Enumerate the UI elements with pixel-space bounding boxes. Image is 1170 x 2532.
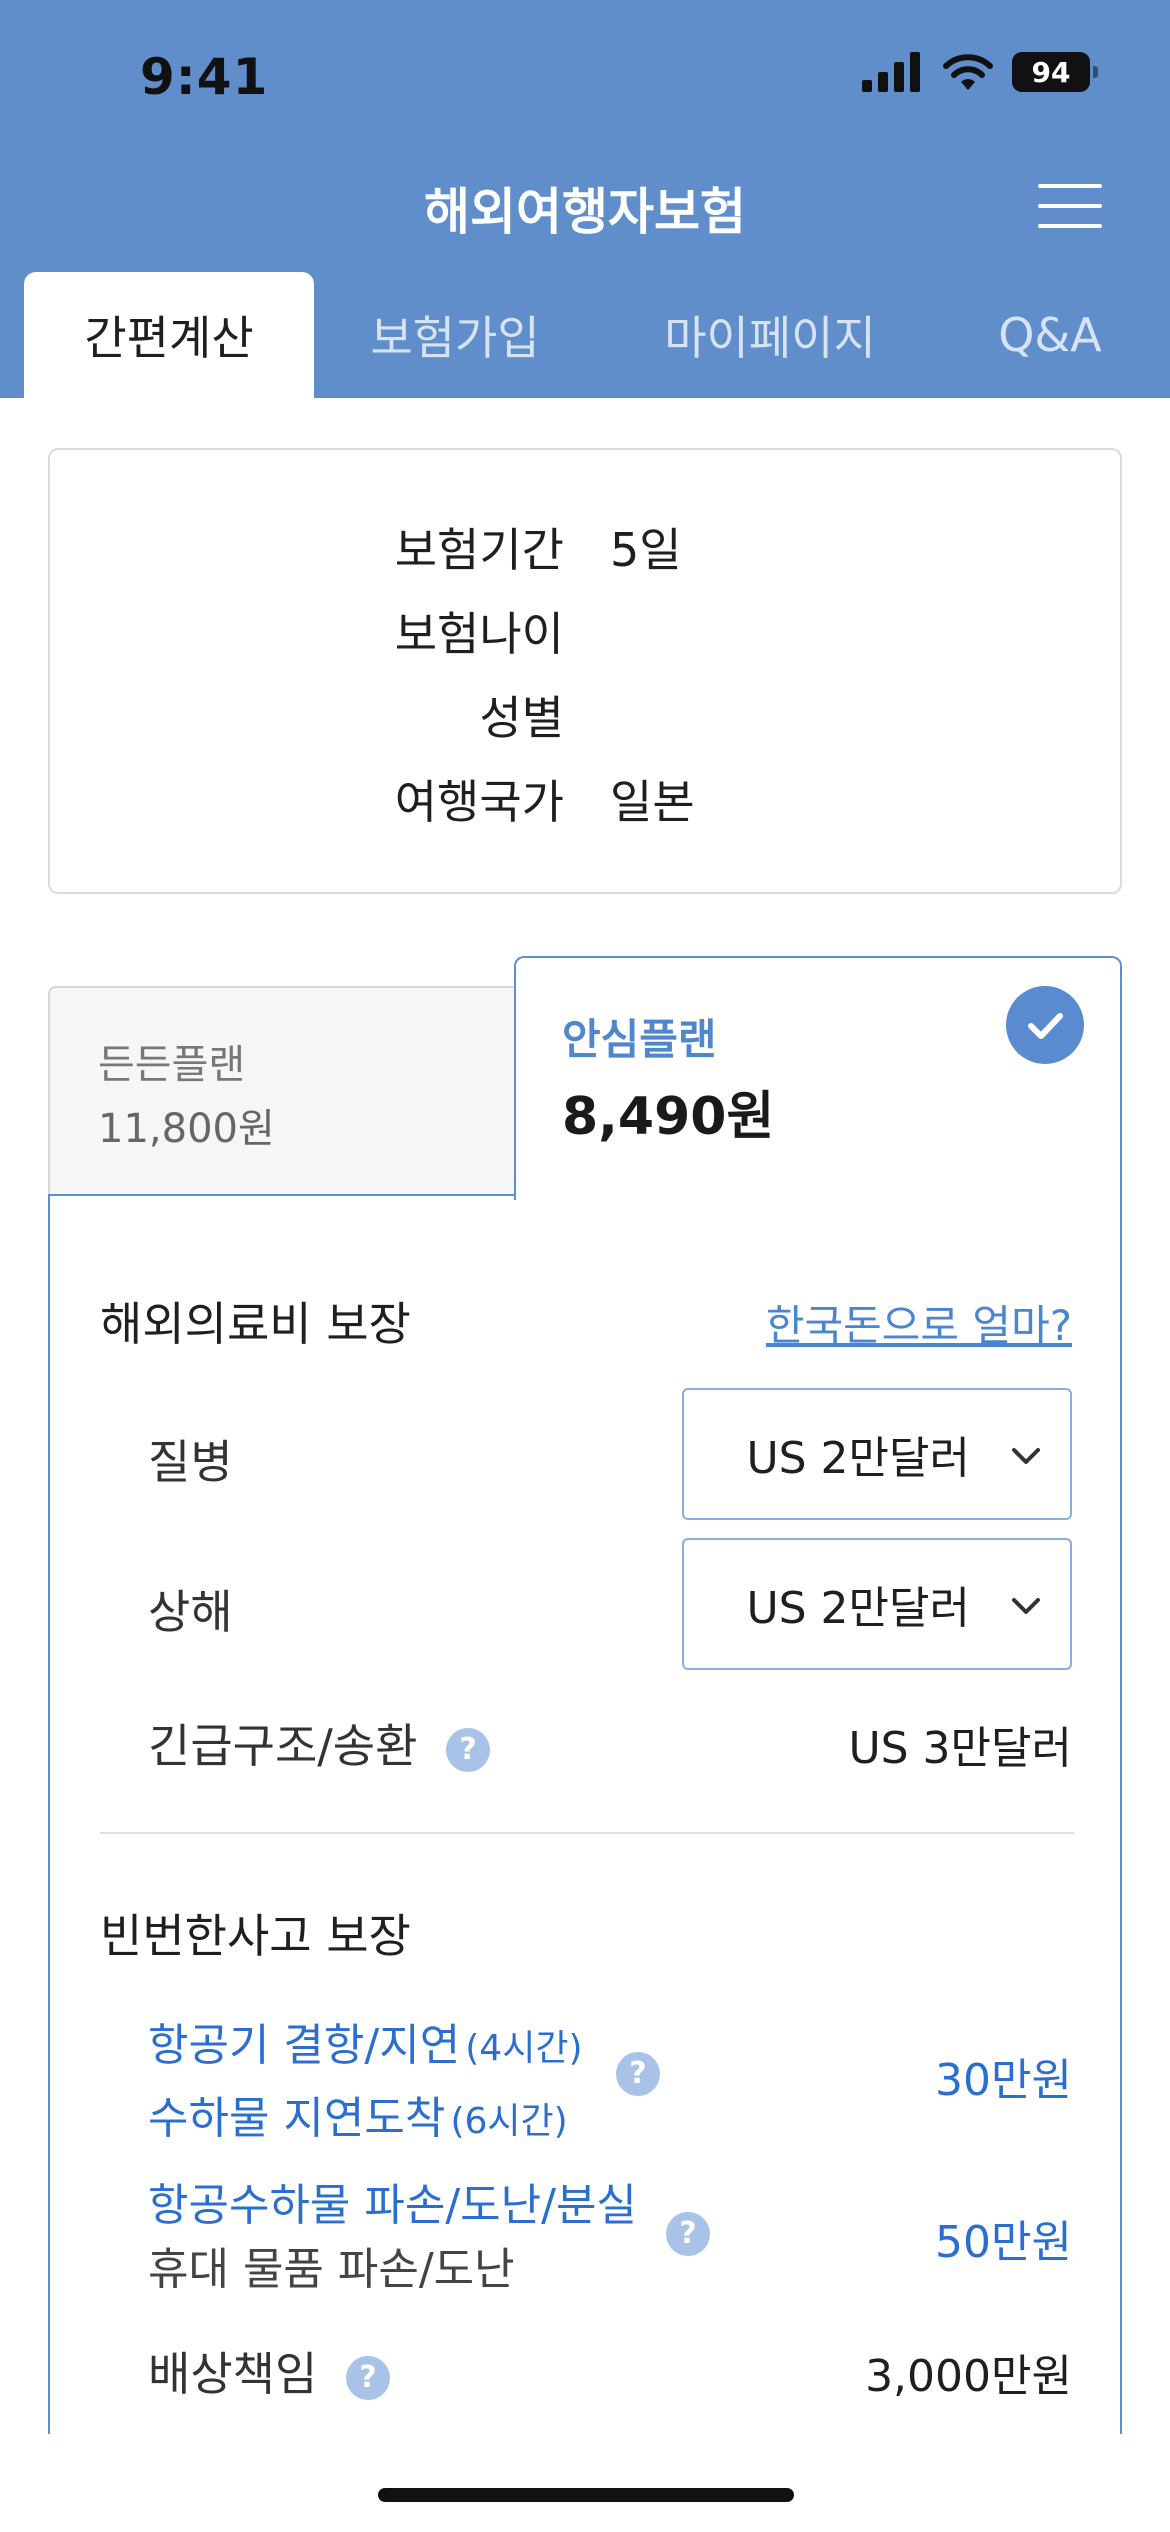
tab-mypage[interactable]: 마이페이지 [620,272,920,398]
injury-label: 상해 [148,1585,233,1639]
battery-icon: 94 [1012,52,1098,92]
personal-item-loss-label: 휴대 물품 파손/도난 [148,2244,515,2295]
liability-label: 배상책임 [148,2347,318,2401]
plan-basic-name: 든든플랜 [98,1042,246,1088]
age-label: 보험나이 [394,607,564,661]
plan-tab-safe[interactable]: 안심플랜 8,490원 [514,956,1122,1200]
injury-amount-value: US 2만달러 [746,1583,970,1634]
liability-row: 배상책임 ? [148,2338,390,2404]
period-value: 5일 [610,523,682,577]
medical-section-title: 해외의료비 보장 [100,1297,411,1351]
plan-basic-price: 11,800원 [98,1106,275,1152]
rescue-label: 긴급구조/송환 [148,1719,418,1773]
plan-safe-name: 안심플랜 [562,1015,717,1064]
injury-amount-select[interactable]: US 2만달러 [682,1538,1072,1670]
chevron-down-icon [1012,1598,1040,1614]
illness-label: 질병 [148,1435,233,1489]
illness-amount-value: US 2만달러 [746,1433,970,1484]
tab-insurance-signup[interactable]: 보험가입 [330,272,580,398]
top-tabs: 간편계산 보험가입 마이페이지 Q&A [0,272,1170,398]
liability-value: 3,000만원 [865,2351,1072,2402]
flight-delay-value: 30만원 [935,2055,1072,2106]
chevron-down-icon [1012,1448,1040,1464]
status-icons: 94 [862,52,1098,92]
baggage-delay-label: 수하물 지연도착 [148,2093,446,2144]
flight-delay-row: 항공기 결항/지연 (4시간) 수하물 지연도착 (6시간) [148,2014,583,2160]
help-icon[interactable]: ? [666,2212,710,2256]
hamburger-menu-icon[interactable] [1038,182,1102,232]
insurance-summary: 보험기간 5일 보험나이 성별 여행국가 일본 [48,448,1122,894]
tab-quick-calc[interactable]: 간편계산 [24,272,314,398]
summary-row-gender: 성별 [50,682,1124,745]
cellular-signal-icon [862,52,920,92]
selected-check-icon [1006,986,1084,1064]
wifi-icon [943,54,993,90]
section-divider [100,1832,1074,1834]
baggage-delay-note: (6시간) [450,2101,568,2142]
krw-conversion-link[interactable]: 한국돈으로 얼마? [766,1292,1072,1353]
plan-tab-basic[interactable]: 든든플랜 11,800원 [48,986,518,1196]
illness-amount-select[interactable]: US 2만달러 [682,1388,1072,1520]
home-indicator [378,2488,794,2502]
help-icon[interactable]: ? [345,2355,390,2400]
help-icon[interactable]: ? [446,1727,491,1772]
rescue-value: US 3만달러 [848,1723,1072,1774]
summary-row-age: 보험나이 [50,598,1124,661]
country-value: 일본 [610,775,695,829]
flight-cancel-note: (4시간) [465,2028,583,2069]
baggage-loss-row: 항공수하물 파손/도난/분실 휴대 물품 파손/도난 [148,2174,637,2302]
baggage-loss-value: 50만원 [935,2217,1072,2268]
period-label: 보험기간 [394,523,564,577]
help-icon[interactable]: ? [616,2052,660,2096]
baggage-loss-label: 항공수하물 파손/도난/분실 [148,2180,637,2231]
country-label: 여행국가 [394,775,564,829]
tab-qna[interactable]: Q&A [960,272,1140,398]
status-time: 9:41 [140,48,269,106]
summary-row-country: 여행국가 일본 [50,766,1124,829]
flight-cancel-label: 항공기 결항/지연 [148,2020,461,2071]
app-header: 9:41 94 해외여행자보험 간편계산 보험가입 마이페이지 Q&A [0,0,1170,398]
page-title: 해외여행자보험 [424,183,746,241]
summary-row-period: 보험기간 5일 [50,514,1124,577]
plan-safe-price: 8,490원 [562,1087,775,1147]
coverage-panel: 해외의료비 보장 한국돈으로 얼마? 질병 US 2만달러 상해 US 2만달러… [48,1194,1122,2434]
rescue-row: 긴급구조/송환 ? [148,1710,491,1776]
frequent-section-title: 빈번한사고 보장 [100,1909,411,1963]
gender-label: 성별 [479,691,564,745]
